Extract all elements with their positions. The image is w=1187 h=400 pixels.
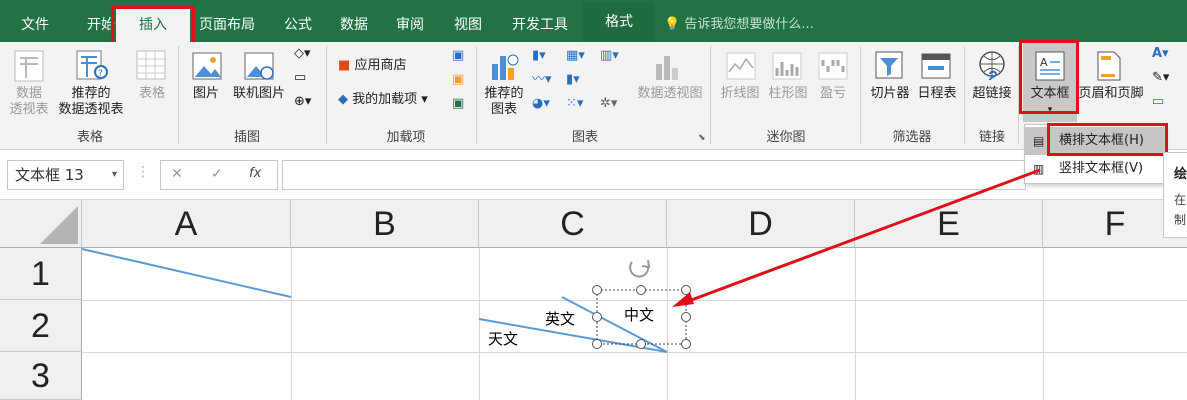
annotation-arrow xyxy=(672,168,1041,307)
arrow-head-icon xyxy=(672,292,694,307)
